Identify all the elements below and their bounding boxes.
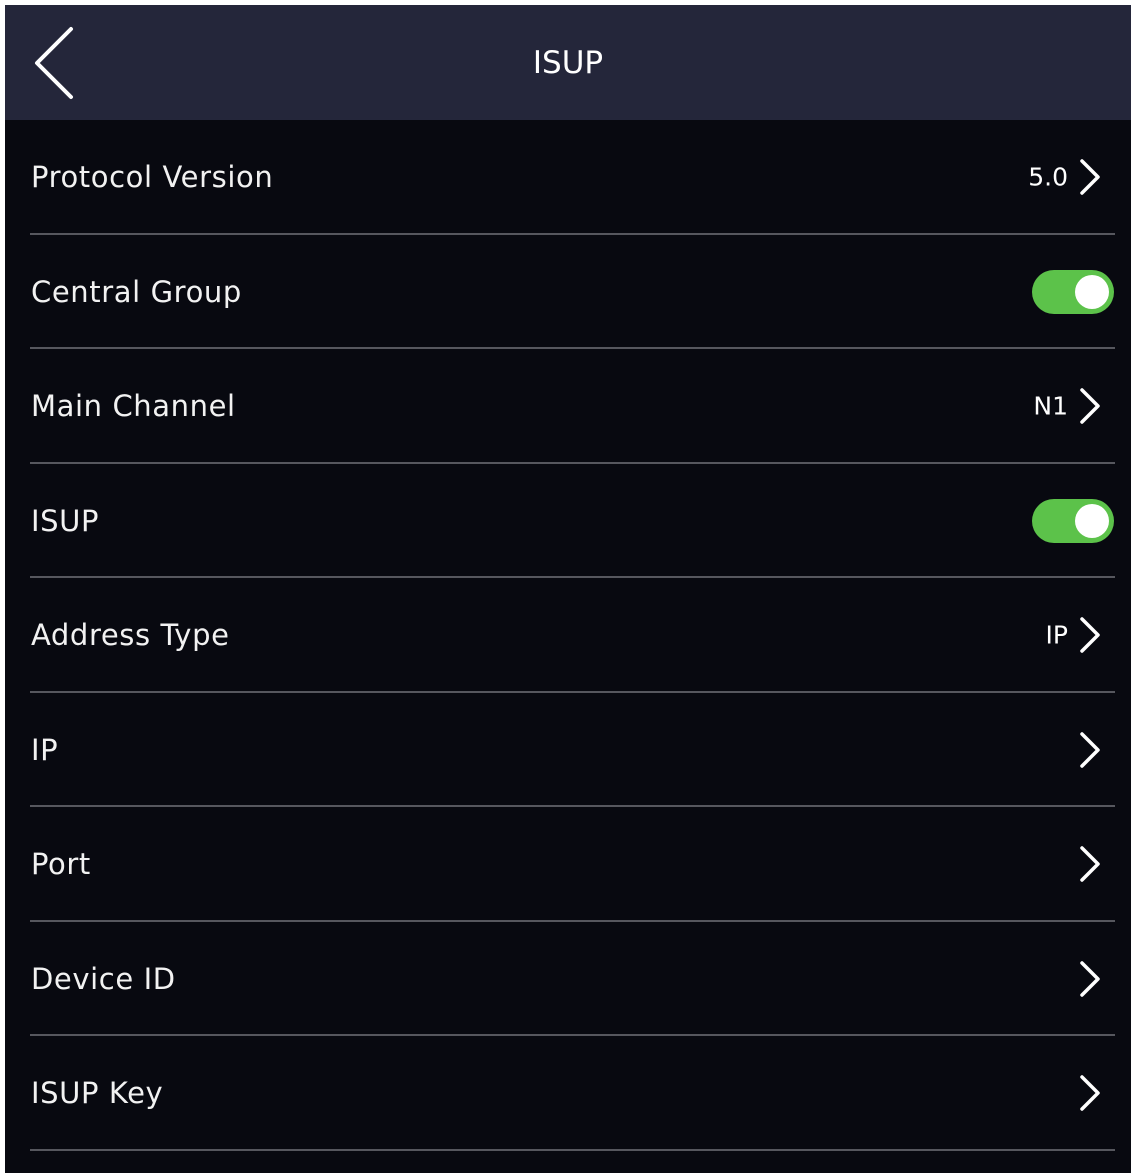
chevron-right-icon bbox=[1079, 845, 1101, 883]
toggle-knob bbox=[1075, 274, 1109, 309]
row-central-group: Central Group bbox=[5, 235, 1131, 350]
row-label: Port bbox=[31, 847, 91, 882]
isup-toggle[interactable] bbox=[1032, 498, 1114, 543]
row-isup-key[interactable]: ISUP Key bbox=[5, 1036, 1131, 1151]
row-device-id[interactable]: Device ID bbox=[5, 922, 1131, 1037]
row-label: ISUP Key bbox=[31, 1076, 164, 1111]
row-port[interactable]: Port bbox=[5, 807, 1131, 922]
row-protocol-version[interactable]: Protocol Version 5.0 bbox=[5, 120, 1131, 235]
row-isup: ISUP bbox=[5, 464, 1131, 579]
isup-settings-screen: ISUP Protocol Version 5.0 Central Group … bbox=[5, 5, 1131, 1173]
row-ip[interactable]: IP bbox=[5, 693, 1131, 808]
toggle-knob bbox=[1075, 503, 1109, 538]
header-bar: ISUP bbox=[5, 5, 1131, 120]
settings-list: Protocol Version 5.0 Central Group Main … bbox=[5, 120, 1131, 1151]
row-value: IP bbox=[1045, 620, 1068, 650]
row-label: Main Channel bbox=[31, 389, 236, 424]
row-label: Address Type bbox=[31, 618, 230, 653]
row-value: 5.0 bbox=[1028, 162, 1068, 192]
page-title: ISUP bbox=[532, 45, 604, 81]
row-label: Device ID bbox=[31, 961, 176, 996]
chevron-right-icon bbox=[1079, 387, 1101, 425]
chevron-right-icon bbox=[1079, 158, 1101, 196]
row-label: Protocol Version bbox=[31, 160, 274, 195]
chevron-right-icon bbox=[1079, 616, 1101, 654]
row-value: N1 bbox=[1033, 391, 1068, 421]
central-group-toggle[interactable] bbox=[1032, 269, 1114, 314]
row-address-type[interactable]: Address Type IP bbox=[5, 578, 1131, 693]
chevron-right-icon bbox=[1079, 960, 1101, 998]
row-label: ISUP bbox=[31, 503, 100, 538]
chevron-right-icon bbox=[1079, 731, 1101, 769]
row-label: Central Group bbox=[31, 274, 242, 309]
row-main-channel[interactable]: Main Channel N1 bbox=[5, 349, 1131, 464]
chevron-right-icon bbox=[1079, 1074, 1101, 1112]
row-label: IP bbox=[31, 732, 59, 767]
